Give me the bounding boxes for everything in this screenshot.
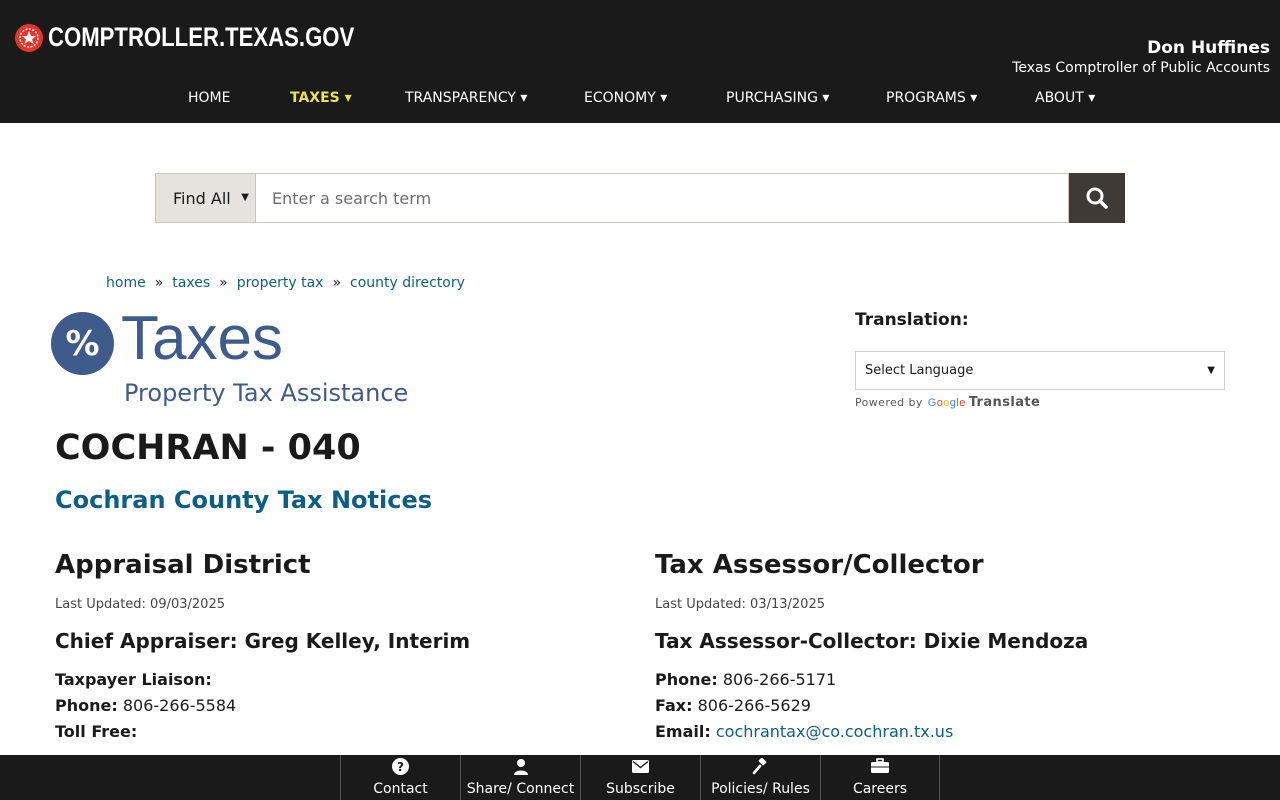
- collector-fax-label: Fax:: [655, 696, 693, 715]
- breadcrumb: home» taxes» property tax» county directory: [106, 275, 465, 291]
- footer-links: ? Contact Share/ Connect Subscribe Polic…: [340, 755, 940, 800]
- footer-contact[interactable]: ? Contact: [340, 755, 460, 800]
- collector-email-link[interactable]: cochrantax@co.cochran.tx.us: [716, 722, 953, 741]
- question-circle-icon: ?: [341, 758, 460, 776]
- section-subtitle: Property Tax Assistance: [124, 379, 409, 407]
- svg-text:?: ?: [397, 760, 404, 774]
- footer-share-connect-label: Share/ Connect: [466, 781, 575, 797]
- appraisal-phone-value: 806-266-5584: [122, 696, 237, 715]
- footer-policies-rules[interactable]: Policies/ Rules: [700, 755, 820, 800]
- collector-phone-value: 806-266-5171: [722, 670, 837, 689]
- site-logo[interactable]: COMPTROLLER.TEXAS.GOV: [14, 22, 422, 53]
- search-bar: Find All ▼: [155, 173, 1125, 223]
- footer-careers[interactable]: Careers: [820, 755, 940, 800]
- appraisal-phone-field: Phone: 806-266-5584: [55, 693, 615, 719]
- collector-phone-field: Phone: 806-266-5171: [655, 667, 1215, 693]
- breadcrumb-home[interactable]: home: [106, 275, 146, 291]
- nav-programs[interactable]: PROGRAMS ▾: [886, 90, 977, 106]
- site-logo-text: COMPTROLLER.TEXAS.GOV: [48, 22, 355, 52]
- nav-transparency[interactable]: TRANSPARENCY ▾: [405, 90, 527, 106]
- breadcrumb-taxes[interactable]: taxes: [172, 275, 210, 291]
- star-logo-icon: [14, 22, 44, 53]
- person-icon: [461, 758, 580, 776]
- toll-free-label: Toll Free:: [55, 722, 138, 741]
- footer-contact-label: Contact: [373, 781, 428, 797]
- chief-appraiser: Chief Appraiser: Greg Kelley, Interim: [55, 629, 471, 653]
- official-block: Don Huffines Texas Comptroller of Public…: [1012, 37, 1270, 77]
- collector-fax-field: Fax: 806-266-5629: [655, 693, 1215, 719]
- tax-assessor-collector-heading: Tax Assessor/Collector: [655, 550, 984, 580]
- taxpayer-liaison-label: Taxpayer Liaison:: [55, 670, 212, 689]
- percent-icon: %: [51, 312, 114, 375]
- appraisal-last-updated: Last Updated: 09/03/2025: [55, 597, 225, 612]
- county-title: COCHRAN - 040: [55, 428, 361, 468]
- language-select[interactable]: Select Language ▼: [855, 351, 1225, 390]
- collector-fax-value: 806-266-5629: [697, 696, 811, 715]
- search-input[interactable]: [255, 173, 1069, 223]
- nav-purchasing[interactable]: PURCHASING ▾: [726, 90, 829, 106]
- footer-subscribe[interactable]: Subscribe: [580, 755, 700, 800]
- section-title: Taxes: [121, 304, 283, 373]
- gavel-icon: [701, 758, 820, 776]
- nav-economy[interactable]: ECONOMY ▾: [584, 90, 667, 106]
- translate-link[interactable]: Translate: [969, 395, 1040, 410]
- language-select-value: Select Language: [865, 363, 974, 378]
- briefcase-icon: [821, 758, 939, 776]
- footer-share-connect[interactable]: Share/ Connect: [460, 755, 580, 800]
- appraisal-district-section: Appraisal District Last Updated: 09/03/2…: [55, 548, 615, 745]
- nav-about[interactable]: ABOUT ▾: [1035, 90, 1095, 106]
- appraisal-district-heading: Appraisal District: [55, 550, 311, 580]
- search-button[interactable]: [1069, 173, 1125, 223]
- footer-bar: ? Contact Share/ Connect Subscribe Polic…: [0, 755, 1280, 800]
- county-tax-notices-link[interactable]: Cochran County Tax Notices: [55, 486, 432, 514]
- appraisal-phone-label: Phone:: [55, 696, 118, 715]
- site-header: COMPTROLLER.TEXAS.GOV Don Huffines Texas…: [0, 0, 1280, 123]
- nav-home[interactable]: HOME: [188, 90, 230, 106]
- caret-down-icon: ▼: [1207, 365, 1215, 376]
- powered-by-google: Powered by Google Translate: [855, 395, 1040, 410]
- collector-last-updated: Last Updated: 03/13/2025: [655, 597, 825, 612]
- google-logo: Google: [927, 396, 966, 409]
- collector-email-field: Email: cochrantax@co.cochran.tx.us: [655, 719, 1215, 745]
- footer-subscribe-label: Subscribe: [606, 781, 675, 797]
- collector-phone-label: Phone:: [655, 670, 718, 689]
- main-nav: HOME TAXES ▾ TRANSPARENCY ▾ ECONOMY ▾ PU…: [0, 90, 1280, 110]
- tax-assessor-collector-section: Tax Assessor/Collector Last Updated: 03/…: [655, 548, 1215, 745]
- collector-email-label: Email:: [655, 722, 711, 741]
- breadcrumb-county-directory[interactable]: county directory: [350, 275, 465, 291]
- tax-assessor-collector-name: Tax Assessor-Collector: Dixie Mendoza: [655, 629, 1089, 653]
- toll-free-field: Toll Free:: [55, 719, 615, 745]
- search-scope-label: Find All: [173, 189, 231, 208]
- search-scope-dropdown[interactable]: Find All ▼: [155, 173, 255, 223]
- footer-policies-rules-label: Policies/ Rules: [711, 781, 810, 797]
- translation-label: Translation:: [855, 310, 969, 330]
- official-title: Texas Comptroller of Public Accounts: [1012, 60, 1270, 76]
- taxpayer-liaison-field: Taxpayer Liaison:: [55, 667, 615, 693]
- powered-by-text: Powered by: [855, 396, 923, 409]
- breadcrumb-property-tax[interactable]: property tax: [237, 275, 324, 291]
- footer-careers-label: Careers: [852, 781, 908, 797]
- envelope-icon: [581, 758, 700, 776]
- search-icon: [1086, 187, 1108, 209]
- official-name: Don Huffines: [1147, 38, 1270, 58]
- caret-down-icon: ▼: [241, 192, 249, 203]
- nav-taxes[interactable]: TAXES ▾: [290, 90, 352, 106]
